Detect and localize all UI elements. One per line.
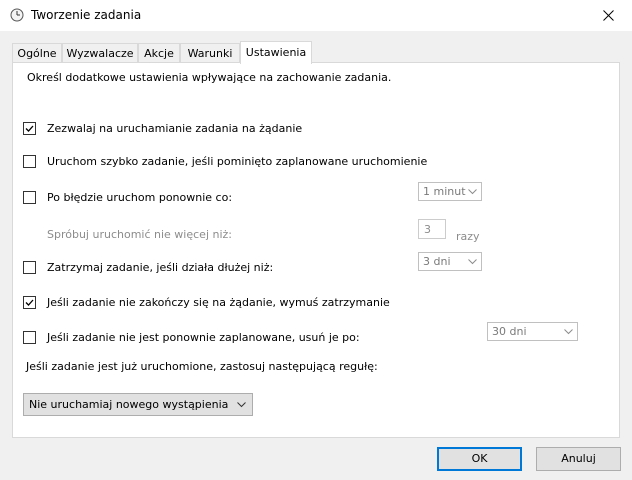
stop-if-longer-checkbox[interactable] bbox=[23, 261, 36, 274]
rule-select-value: Nie uruchamiaj nowego wystąpienia bbox=[29, 398, 229, 411]
tab-conditions[interactable]: Warunki bbox=[180, 43, 240, 63]
chevron-down-icon bbox=[564, 329, 573, 335]
tab-general[interactable]: Ogólne bbox=[12, 43, 62, 63]
window-title: Tworzenie zadania bbox=[31, 8, 142, 22]
force-stop-label[interactable]: Jeśli zadanie nie zakończy się na żądani… bbox=[47, 296, 390, 309]
chevron-down-icon bbox=[468, 259, 477, 265]
intro-text: Określ dodatkowe ustawienia wpływające n… bbox=[27, 71, 392, 84]
restart-interval-select: 1 minut bbox=[418, 182, 482, 201]
restart-interval-value: 1 minut bbox=[423, 185, 466, 198]
settings-panel: Określ dodatkowe ustawienia wpływające n… bbox=[12, 62, 620, 438]
restart-on-fail-checkbox[interactable] bbox=[23, 191, 36, 204]
force-stop-checkbox[interactable] bbox=[23, 296, 36, 309]
cancel-button[interactable]: Anuluj bbox=[536, 447, 621, 471]
retry-label: Spróbuj uruchomić nie więcej niż: bbox=[47, 228, 233, 241]
delete-if-not-scheduled-checkbox[interactable] bbox=[23, 331, 36, 344]
tab-actions[interactable]: Akcje bbox=[138, 43, 180, 63]
run-asap-checkbox[interactable] bbox=[23, 155, 36, 168]
stop-if-longer-label[interactable]: Zatrzymaj zadanie, jeśli działa dłużej n… bbox=[47, 261, 273, 274]
title-bar: Tworzenie zadania bbox=[0, 0, 632, 31]
stop-duration-select: 3 dni bbox=[418, 252, 482, 271]
chevron-down-icon bbox=[237, 402, 246, 408]
tab-settings[interactable]: Ustawienia bbox=[240, 41, 312, 64]
delete-after-value: 30 dni bbox=[492, 325, 527, 338]
stop-duration-value: 3 dni bbox=[423, 255, 451, 268]
rule-select[interactable]: Nie uruchamiaj nowego wystąpienia bbox=[23, 393, 253, 416]
ok-button[interactable]: OK bbox=[437, 447, 522, 471]
close-button[interactable] bbox=[586, 0, 632, 31]
checkmark-icon bbox=[25, 299, 34, 306]
checkmark-icon bbox=[25, 125, 34, 132]
rule-label: Jeśli zadanie jest już uruchomione, zast… bbox=[26, 360, 378, 373]
delete-if-not-scheduled-label[interactable]: Jeśli zadanie nie jest ponownie zaplanow… bbox=[47, 331, 360, 344]
clock-icon bbox=[10, 8, 24, 22]
run-asap-label[interactable]: Uruchom szybko zadanie, jeśli pominięto … bbox=[47, 155, 427, 168]
close-icon bbox=[603, 10, 614, 21]
tab-triggers[interactable]: Wyzwalacze bbox=[62, 43, 138, 63]
delete-after-select: 30 dni bbox=[487, 322, 578, 341]
chevron-down-icon bbox=[468, 189, 477, 195]
allow-on-demand-checkbox[interactable] bbox=[23, 122, 36, 135]
retry-count-value: 3 bbox=[424, 223, 431, 236]
allow-on-demand-label[interactable]: Zezwalaj na uruchamianie zadania na żąda… bbox=[47, 122, 302, 135]
retry-unit-label: razy bbox=[456, 230, 480, 243]
retry-count-input: 3 bbox=[418, 219, 446, 239]
restart-on-fail-label[interactable]: Po błędzie uruchom ponownie co: bbox=[47, 191, 232, 204]
